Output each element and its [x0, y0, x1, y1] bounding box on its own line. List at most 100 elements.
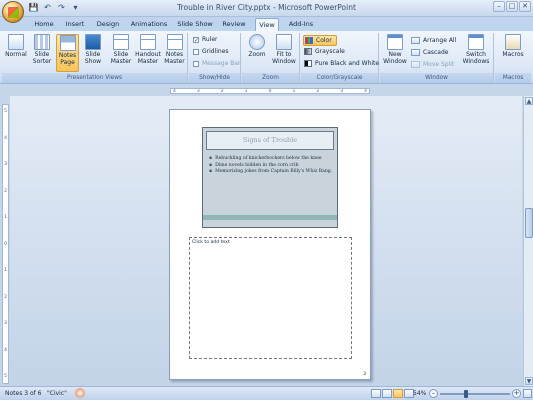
maximize-button[interactable]: □: [506, 1, 518, 12]
arrange-all-button[interactable]: Arrange All: [411, 36, 456, 45]
zoom-in-button[interactable]: +: [512, 389, 521, 398]
group-label: Show/Hide: [189, 73, 240, 83]
office-logo-icon: [8, 7, 19, 18]
move-split-button[interactable]: Move Split: [411, 60, 454, 69]
slide-master-button[interactable]: Slide Master: [109, 34, 133, 65]
color-button[interactable]: Color: [303, 35, 337, 46]
slide-master-label: Slide Master: [110, 51, 132, 65]
cascade-icon: [411, 49, 420, 56]
group-label: Color/Grayscale: [301, 73, 378, 83]
ruler-checkbox[interactable]: ✓ Ruler: [193, 36, 218, 44]
ruler-label: Ruler: [202, 36, 218, 43]
slide-sorter-icon: [34, 34, 50, 50]
view-shortcuts: [371, 389, 414, 398]
group-show-hide: ✓ Ruler Gridlines Message Bar Show/Hide: [189, 33, 241, 83]
cascade-button[interactable]: Cascade: [411, 48, 448, 57]
notes-page: Signs of Trouble Rebuckling of knickerbo…: [169, 109, 371, 380]
title-bar: 💾 ↶ ↷ ▾ Trouble in River City.pptx - Mic…: [0, 0, 533, 23]
ruler-tick: 0: [4, 241, 7, 247]
normal-view-button[interactable]: Normal: [4, 34, 28, 58]
new-window-icon: [387, 34, 403, 50]
new-window-button[interactable]: New Window: [382, 34, 408, 65]
window-title: Trouble in River City.pptx - Microsoft P…: [177, 3, 356, 12]
tab-animations[interactable]: Animations: [128, 18, 170, 31]
scroll-down-icon[interactable]: ▼: [525, 377, 533, 385]
slide-sorter-shortcut-icon[interactable]: [382, 389, 392, 398]
zoom-label: Zoom: [248, 51, 266, 58]
theme-name: "Civic": [47, 390, 67, 397]
normal-view-shortcut-icon[interactable]: [371, 389, 381, 398]
tab-review[interactable]: Review: [220, 18, 248, 31]
tab-insert[interactable]: Insert: [62, 18, 88, 31]
fit-slide-icon[interactable]: [523, 389, 532, 398]
ruler-tick: 2: [4, 188, 7, 194]
vertical-scrollbar[interactable]: ▲ ▼: [523, 96, 533, 386]
scroll-thumb[interactable]: [525, 208, 533, 238]
notes-master-icon: [166, 34, 183, 50]
arrange-all-icon: [411, 37, 420, 44]
zoom-slider-thumb[interactable]: [464, 390, 468, 398]
slide-master-icon: [113, 34, 129, 50]
notes-master-label: Notes Master: [164, 51, 185, 65]
notes-page-button[interactable]: Notes Page: [56, 34, 79, 72]
window-controls: – □ ✕: [493, 1, 531, 12]
gridlines-checkbox[interactable]: Gridlines: [193, 48, 229, 56]
ruler-tick: 3: [340, 89, 344, 94]
notes-placeholder[interactable]: Click to add text: [189, 237, 352, 359]
fit-to-window-label: Fit to Window: [272, 51, 296, 65]
tab-slide-show[interactable]: Slide Show: [176, 18, 214, 31]
zoom-slider[interactable]: [440, 390, 510, 398]
group-macros: Macros Macros: [495, 33, 531, 83]
zoom-level[interactable]: 54%: [413, 387, 426, 400]
slide-thumbnail[interactable]: Signs of Trouble Rebuckling of knickerbo…: [202, 127, 338, 228]
gridlines-box: [193, 48, 199, 55]
message-bar-checkbox[interactable]: Message Bar: [193, 60, 240, 68]
color-label: Color: [316, 37, 332, 44]
normal-label: Normal: [5, 51, 27, 58]
ruler-tick: 5: [4, 374, 7, 379]
switch-windows-button[interactable]: Switch Windows: [460, 34, 492, 65]
tab-add-ins[interactable]: Add-Ins: [286, 18, 316, 31]
powerpoint-window: 💾 ↶ ↷ ▾ Trouble in River City.pptx - Mic…: [0, 0, 533, 400]
zoom-button[interactable]: Zoom: [246, 34, 268, 58]
spelling-check-icon[interactable]: [75, 388, 85, 398]
notes-master-button[interactable]: Notes Master: [162, 34, 187, 65]
close-button[interactable]: ✕: [519, 1, 531, 12]
grayscale-button[interactable]: Grayscale: [304, 47, 345, 56]
slide-show-icon: [85, 34, 101, 50]
ruler-tick: 2: [316, 89, 320, 94]
slide-accent-band: [203, 215, 337, 220]
macros-button[interactable]: Macros: [498, 34, 528, 58]
notes-page-shortcut-icon[interactable]: [393, 389, 403, 398]
slide-bullet: Rebuckling of knickerbockers below the k…: [209, 156, 334, 163]
tab-design[interactable]: Design: [94, 18, 122, 31]
handout-master-icon: [140, 34, 156, 50]
magnifier-icon: [249, 34, 265, 50]
cascade-label: Cascade: [423, 49, 449, 56]
handout-master-button[interactable]: Handout Master: [135, 34, 161, 65]
group-presentation-views: Normal Slide Sorter Notes Page Slide Sho…: [2, 33, 188, 83]
slide-sorter-button[interactable]: Slide Sorter: [30, 34, 54, 65]
ruler-tick: 3: [4, 321, 7, 326]
grayscale-swatch-icon: [304, 48, 312, 55]
zoom-out-button[interactable]: –: [429, 389, 438, 398]
ribbon-tabs: Home Insert Design Animations Slide Show…: [0, 17, 533, 31]
tab-view[interactable]: View: [255, 18, 279, 31]
macros-icon: [505, 34, 521, 50]
arrange-all-label: Arrange All: [423, 37, 457, 44]
macros-label: Macros: [502, 51, 524, 58]
minimize-button[interactable]: –: [493, 1, 505, 12]
ruler-tick: 1: [292, 89, 296, 94]
notes-placeholder-text: Click to add text: [192, 240, 230, 245]
tab-home[interactable]: Home: [30, 18, 58, 31]
ruler-tick: 4: [173, 89, 176, 94]
office-button[interactable]: [2, 1, 24, 23]
handout-master-label: Handout Master: [135, 51, 161, 65]
ruler-tick: 0: [268, 89, 272, 94]
pure-black-white-button[interactable]: Pure Black and White: [304, 59, 379, 68]
slide-show-button[interactable]: Slide Show: [81, 34, 105, 65]
fit-to-window-button[interactable]: Fit to Window: [270, 34, 298, 65]
grayscale-label: Grayscale: [315, 48, 345, 55]
ruler-tick: 5: [4, 109, 7, 114]
scroll-up-icon[interactable]: ▲: [525, 97, 533, 105]
